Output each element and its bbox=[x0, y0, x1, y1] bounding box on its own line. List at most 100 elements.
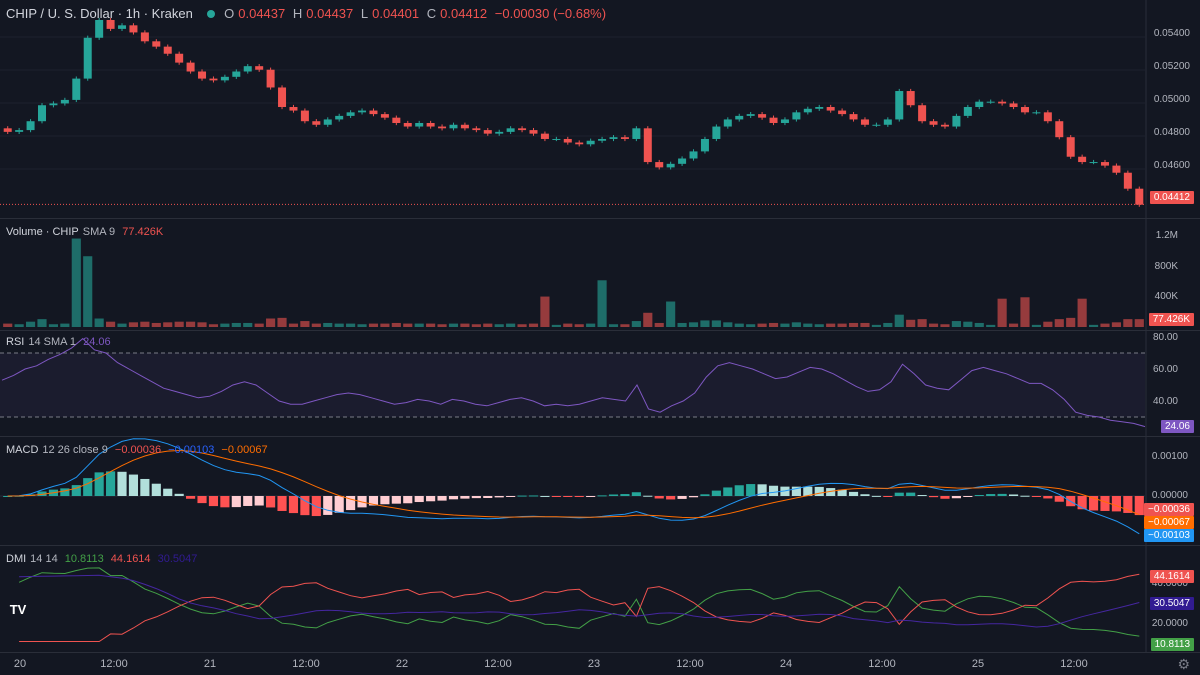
volume-bar bbox=[266, 318, 276, 327]
macd-histogram-bar bbox=[471, 496, 481, 499]
macd-histogram-bar bbox=[163, 488, 173, 496]
volume-bar bbox=[1077, 298, 1087, 327]
macd-histogram-bar bbox=[506, 496, 516, 497]
candle bbox=[278, 87, 287, 108]
volume-bar bbox=[803, 323, 813, 327]
volume-bar bbox=[414, 323, 424, 327]
volume-bar bbox=[471, 324, 481, 327]
macd-histogram-bar bbox=[871, 495, 881, 497]
candle bbox=[358, 110, 367, 113]
candle bbox=[929, 121, 938, 125]
time-axis-separator bbox=[0, 652, 1200, 653]
volume-legend[interactable]: Volume · CHIP SMA 9 77.426K bbox=[6, 226, 167, 238]
candle bbox=[3, 128, 12, 132]
volume-bar bbox=[163, 322, 173, 327]
macd-legend[interactable]: MACD 12 26 close 9 −0.00036 −0.00103 −0.0… bbox=[6, 444, 272, 456]
time-label: 23 bbox=[587, 658, 601, 670]
rsi-tick: 40.00 bbox=[1152, 396, 1178, 407]
adx-line bbox=[19, 574, 1140, 628]
candle bbox=[815, 107, 824, 109]
volume-bar bbox=[151, 322, 161, 327]
candle bbox=[1100, 162, 1109, 166]
volume-bar bbox=[300, 321, 310, 327]
volume-bar bbox=[620, 324, 630, 327]
candle bbox=[95, 20, 104, 38]
volume-bar bbox=[243, 322, 253, 327]
candle bbox=[266, 69, 275, 88]
macd-histogram-bar bbox=[711, 490, 721, 496]
macd-histogram-bar bbox=[768, 485, 779, 496]
rsi-tick: 60.00 bbox=[1152, 364, 1178, 375]
volume-bar bbox=[494, 324, 504, 327]
volume-bar bbox=[1111, 322, 1121, 327]
candle bbox=[826, 107, 835, 111]
macd-histogram-bar bbox=[243, 496, 253, 506]
volume-bar bbox=[883, 322, 893, 327]
symbol-title[interactable]: CHIP / U. S. Dollar · 1h · Kraken bbox=[6, 6, 193, 21]
pane-separator[interactable] bbox=[0, 218, 1200, 219]
candle bbox=[495, 131, 504, 134]
candle bbox=[678, 158, 687, 164]
macd-histogram-bar bbox=[620, 494, 630, 496]
candle bbox=[666, 163, 675, 168]
volume-bar bbox=[951, 321, 961, 327]
volume-bar bbox=[391, 322, 401, 327]
macd-histogram-bar bbox=[540, 495, 550, 497]
volume-bar bbox=[197, 322, 207, 327]
candle bbox=[289, 107, 298, 111]
macd-histogram-bar bbox=[746, 484, 756, 496]
dmi-legend[interactable]: DMI 14 14 10.8113 44.1614 30.5047 bbox=[6, 553, 201, 565]
rsi-legend[interactable]: RSI 14 SMA 1 24.06 bbox=[6, 336, 115, 348]
time-label: 12:00 bbox=[484, 658, 512, 670]
candle bbox=[300, 110, 309, 122]
macd-histogram-bar bbox=[551, 496, 561, 497]
tradingview-logo-icon[interactable]: TV bbox=[6, 600, 30, 620]
volume-bar bbox=[814, 324, 824, 327]
candle bbox=[346, 112, 355, 116]
volume-bar bbox=[1100, 323, 1110, 327]
chart-canvas[interactable] bbox=[0, 0, 1200, 675]
pane-separator[interactable] bbox=[0, 436, 1200, 437]
volume-bar bbox=[757, 323, 767, 327]
pane-separator[interactable] bbox=[0, 545, 1200, 546]
macd-hist-value: −0.00036 bbox=[114, 444, 162, 456]
volume-bar bbox=[1123, 319, 1133, 327]
macd-histogram-bar bbox=[380, 496, 390, 505]
macd-histogram-bar bbox=[1008, 494, 1019, 496]
candle bbox=[106, 20, 115, 29]
macd-histogram-bar bbox=[288, 496, 299, 514]
macd-histogram-bar bbox=[323, 496, 333, 515]
macd-histogram-bar bbox=[403, 496, 413, 504]
candle bbox=[152, 41, 161, 47]
gear-icon[interactable]: ⚙ bbox=[1177, 657, 1190, 671]
candle bbox=[118, 25, 127, 29]
macd-histogram-bar bbox=[448, 496, 459, 500]
candle bbox=[1032, 112, 1041, 114]
status-dot-icon bbox=[206, 10, 215, 18]
candle bbox=[83, 37, 92, 79]
candle bbox=[563, 138, 572, 143]
time-label: 12:00 bbox=[292, 658, 320, 670]
candle bbox=[712, 126, 721, 139]
time-label: 20 bbox=[13, 658, 27, 670]
candle bbox=[723, 119, 732, 127]
volume-bar bbox=[974, 322, 984, 327]
candle bbox=[220, 76, 229, 81]
candle bbox=[426, 122, 435, 127]
macd-histogram-bar bbox=[906, 492, 916, 496]
candle bbox=[1123, 172, 1132, 189]
pane-separator[interactable] bbox=[0, 330, 1200, 331]
candle bbox=[438, 126, 447, 129]
candle bbox=[1043, 112, 1052, 122]
volume-bar bbox=[231, 322, 241, 327]
volume-bar bbox=[174, 321, 184, 327]
candle bbox=[540, 133, 549, 139]
last-macd-signal-tag: −0.00067 bbox=[1144, 516, 1194, 529]
candle bbox=[803, 108, 812, 113]
candle bbox=[129, 25, 138, 33]
macd-histogram-bar bbox=[414, 496, 424, 503]
candle bbox=[472, 128, 481, 131]
macd-histogram-bar bbox=[117, 471, 127, 496]
price-tick: 0.05200 bbox=[1153, 61, 1190, 72]
volume-tick: 1.2M bbox=[1155, 230, 1178, 241]
